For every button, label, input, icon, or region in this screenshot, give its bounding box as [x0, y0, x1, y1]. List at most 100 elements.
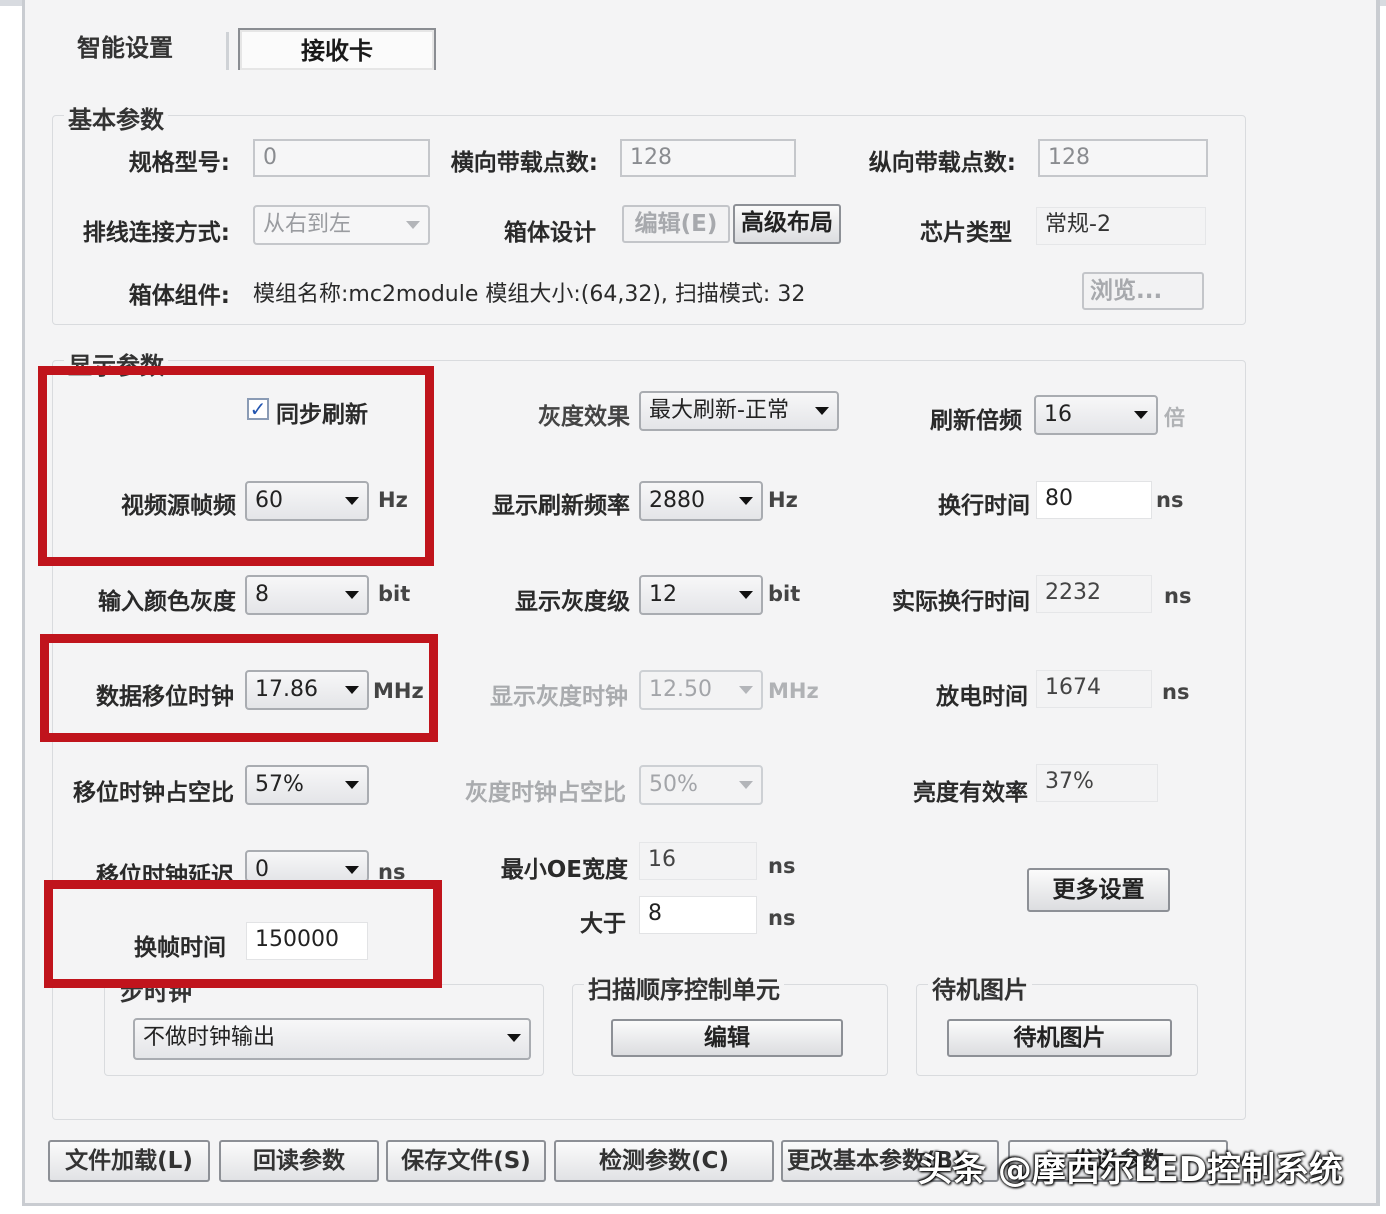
- sync-clock-select[interactable]: 不做时钟输出: [133, 1018, 531, 1060]
- video-fps-unit: Hz: [378, 488, 408, 512]
- chip-type-label: 芯片类型: [920, 220, 1012, 246]
- basic-params-title: 基本参数: [64, 100, 168, 135]
- line-time-field[interactable]: 80: [1036, 481, 1152, 519]
- scan-unit-title: 扫描顺序控制单元: [584, 970, 784, 1005]
- video-fps-value: 60: [255, 488, 283, 513]
- gray-effect-select[interactable]: 最大刷新-正常: [639, 391, 839, 431]
- shift-duty-label: 移位时钟占空比: [73, 780, 234, 806]
- chevron-down-icon: [406, 221, 420, 229]
- vertical-pixels-field[interactable]: 128: [1038, 139, 1208, 177]
- gray-duty-select[interactable]: 50%: [639, 765, 763, 805]
- gray-clock-unit: MHz: [768, 679, 819, 703]
- display-gray-value: 12: [649, 582, 677, 607]
- chevron-down-icon: [345, 591, 359, 599]
- display-gray-select[interactable]: 12: [639, 575, 763, 615]
- load-file-button[interactable]: 文件加载(L): [48, 1140, 210, 1182]
- discharge-time-unit: ns: [1162, 680, 1190, 704]
- horizontal-pixels-label: 横向带载点数:: [450, 150, 598, 176]
- display-refresh-value: 2880: [649, 488, 705, 513]
- gray-effect-label: 灰度效果: [538, 404, 630, 430]
- actual-line-time-field[interactable]: 2232: [1036, 575, 1152, 613]
- sync-refresh-label: 同步刷新: [276, 402, 368, 428]
- chevron-down-icon: [345, 686, 359, 694]
- frame-time-field[interactable]: 150000: [246, 922, 368, 960]
- edit-cabinet-button[interactable]: 编辑(E): [622, 205, 730, 243]
- gray-clock-value: 12.50: [649, 677, 712, 702]
- horizontal-pixels-field[interactable]: 128: [620, 139, 796, 177]
- chevron-down-icon: [739, 686, 753, 694]
- spec-field[interactable]: 0: [253, 139, 430, 177]
- input-gray-label: 输入颜色灰度: [98, 589, 236, 615]
- greater-than-label: 大于: [580, 911, 626, 937]
- sync-clock-value: 不做时钟输出: [143, 1025, 276, 1050]
- watermark-text: 头条 @摩西尔LED控制系统: [918, 1150, 1343, 1190]
- browse-button[interactable]: 浏览...: [1082, 272, 1204, 310]
- scan-edit-button[interactable]: 编辑: [611, 1019, 843, 1057]
- shift-duty-select[interactable]: 57%: [245, 765, 369, 805]
- chevron-down-icon: [739, 591, 753, 599]
- chevron-down-icon: [345, 866, 359, 874]
- chevron-down-icon: [739, 781, 753, 789]
- tab-smart-settings[interactable]: 智能设置: [60, 28, 190, 68]
- save-file-button[interactable]: 保存文件(S): [386, 1140, 546, 1182]
- wiring-select[interactable]: 从右到左: [253, 205, 430, 245]
- display-gray-unit: bit: [768, 582, 801, 606]
- shift-delay-select[interactable]: 0: [245, 850, 369, 882]
- wiring-value: 从右到左: [263, 212, 352, 237]
- detect-params-button[interactable]: 检测参数(C): [554, 1140, 774, 1182]
- chip-type-field[interactable]: 常规-2: [1036, 207, 1206, 245]
- greater-than-unit: ns: [768, 906, 796, 930]
- video-fps-select[interactable]: 60: [245, 481, 369, 521]
- shift-clock-select[interactable]: 17.86: [245, 670, 369, 710]
- vertical-pixels-label: 纵向带载点数:: [868, 150, 1016, 176]
- min-oe-field[interactable]: 16: [639, 842, 757, 880]
- tab-receiver-card[interactable]: 接收卡: [238, 28, 436, 70]
- min-oe-unit: ns: [768, 854, 796, 878]
- shift-clock-label: 数据移位时钟: [96, 684, 234, 710]
- frame-time-label: 换帧时间: [134, 935, 226, 961]
- chevron-down-icon: [815, 407, 829, 415]
- shift-duty-value: 57%: [255, 772, 304, 797]
- sync-refresh-checkbox[interactable]: ✓: [247, 398, 269, 420]
- cabinet-component-value: 模组名称:mc2module 模组大小:(64,32), 扫描模式: 32: [253, 282, 806, 307]
- tab-separator: [226, 32, 229, 70]
- actual-line-time-label: 实际换行时间: [892, 589, 1030, 615]
- refresh-multiplier-select[interactable]: 16: [1034, 395, 1158, 435]
- gray-clock-select[interactable]: 12.50: [639, 670, 763, 710]
- input-gray-select[interactable]: 8: [245, 575, 369, 615]
- refresh-multiplier-label: 刷新倍频: [930, 408, 1022, 434]
- greater-than-field[interactable]: 8: [639, 896, 757, 934]
- more-settings-button[interactable]: 更多设置: [1027, 868, 1170, 912]
- shift-delay-value: 0: [255, 857, 269, 882]
- display-refresh-label: 显示刷新频率: [492, 493, 630, 519]
- display-gray-label: 显示灰度级: [515, 589, 630, 615]
- standby-title: 待机图片: [928, 970, 1032, 1005]
- chevron-down-icon: [345, 497, 359, 505]
- display-refresh-select[interactable]: 2880: [639, 481, 763, 521]
- min-oe-label: 最小OE宽度: [500, 857, 628, 883]
- refresh-multiplier-value: 16: [1044, 402, 1072, 427]
- discharge-time-label: 放电时间: [936, 684, 1028, 710]
- brightness-rate-label: 亮度有效率: [913, 780, 1028, 806]
- gray-duty-label: 灰度时钟占空比: [465, 780, 626, 806]
- input-gray-unit: bit: [378, 582, 411, 606]
- line-time-label: 换行时间: [938, 493, 1030, 519]
- display-refresh-unit: Hz: [768, 488, 798, 512]
- actual-line-time-unit: ns: [1164, 584, 1192, 608]
- readback-params-button[interactable]: 回读参数: [219, 1140, 379, 1182]
- refresh-multiplier-unit: 倍: [1164, 406, 1185, 430]
- input-gray-value: 8: [255, 582, 269, 607]
- standby-image-button[interactable]: 待机图片: [947, 1019, 1172, 1057]
- chevron-down-icon: [507, 1034, 521, 1042]
- spec-label: 规格型号:: [128, 150, 230, 176]
- shift-clock-unit: MHz: [373, 679, 424, 703]
- gray-clock-label: 显示灰度时钟: [490, 684, 628, 710]
- brightness-rate-field[interactable]: 37%: [1036, 764, 1158, 802]
- wiring-label: 排线连接方式:: [82, 220, 230, 246]
- discharge-time-field[interactable]: 1674: [1036, 670, 1152, 708]
- advanced-layout-button[interactable]: 高级布局: [733, 204, 841, 244]
- gray-effect-value: 最大刷新-正常: [649, 398, 789, 423]
- chevron-down-icon: [739, 497, 753, 505]
- line-time-unit: ns: [1156, 488, 1184, 512]
- shift-clock-value: 17.86: [255, 677, 318, 702]
